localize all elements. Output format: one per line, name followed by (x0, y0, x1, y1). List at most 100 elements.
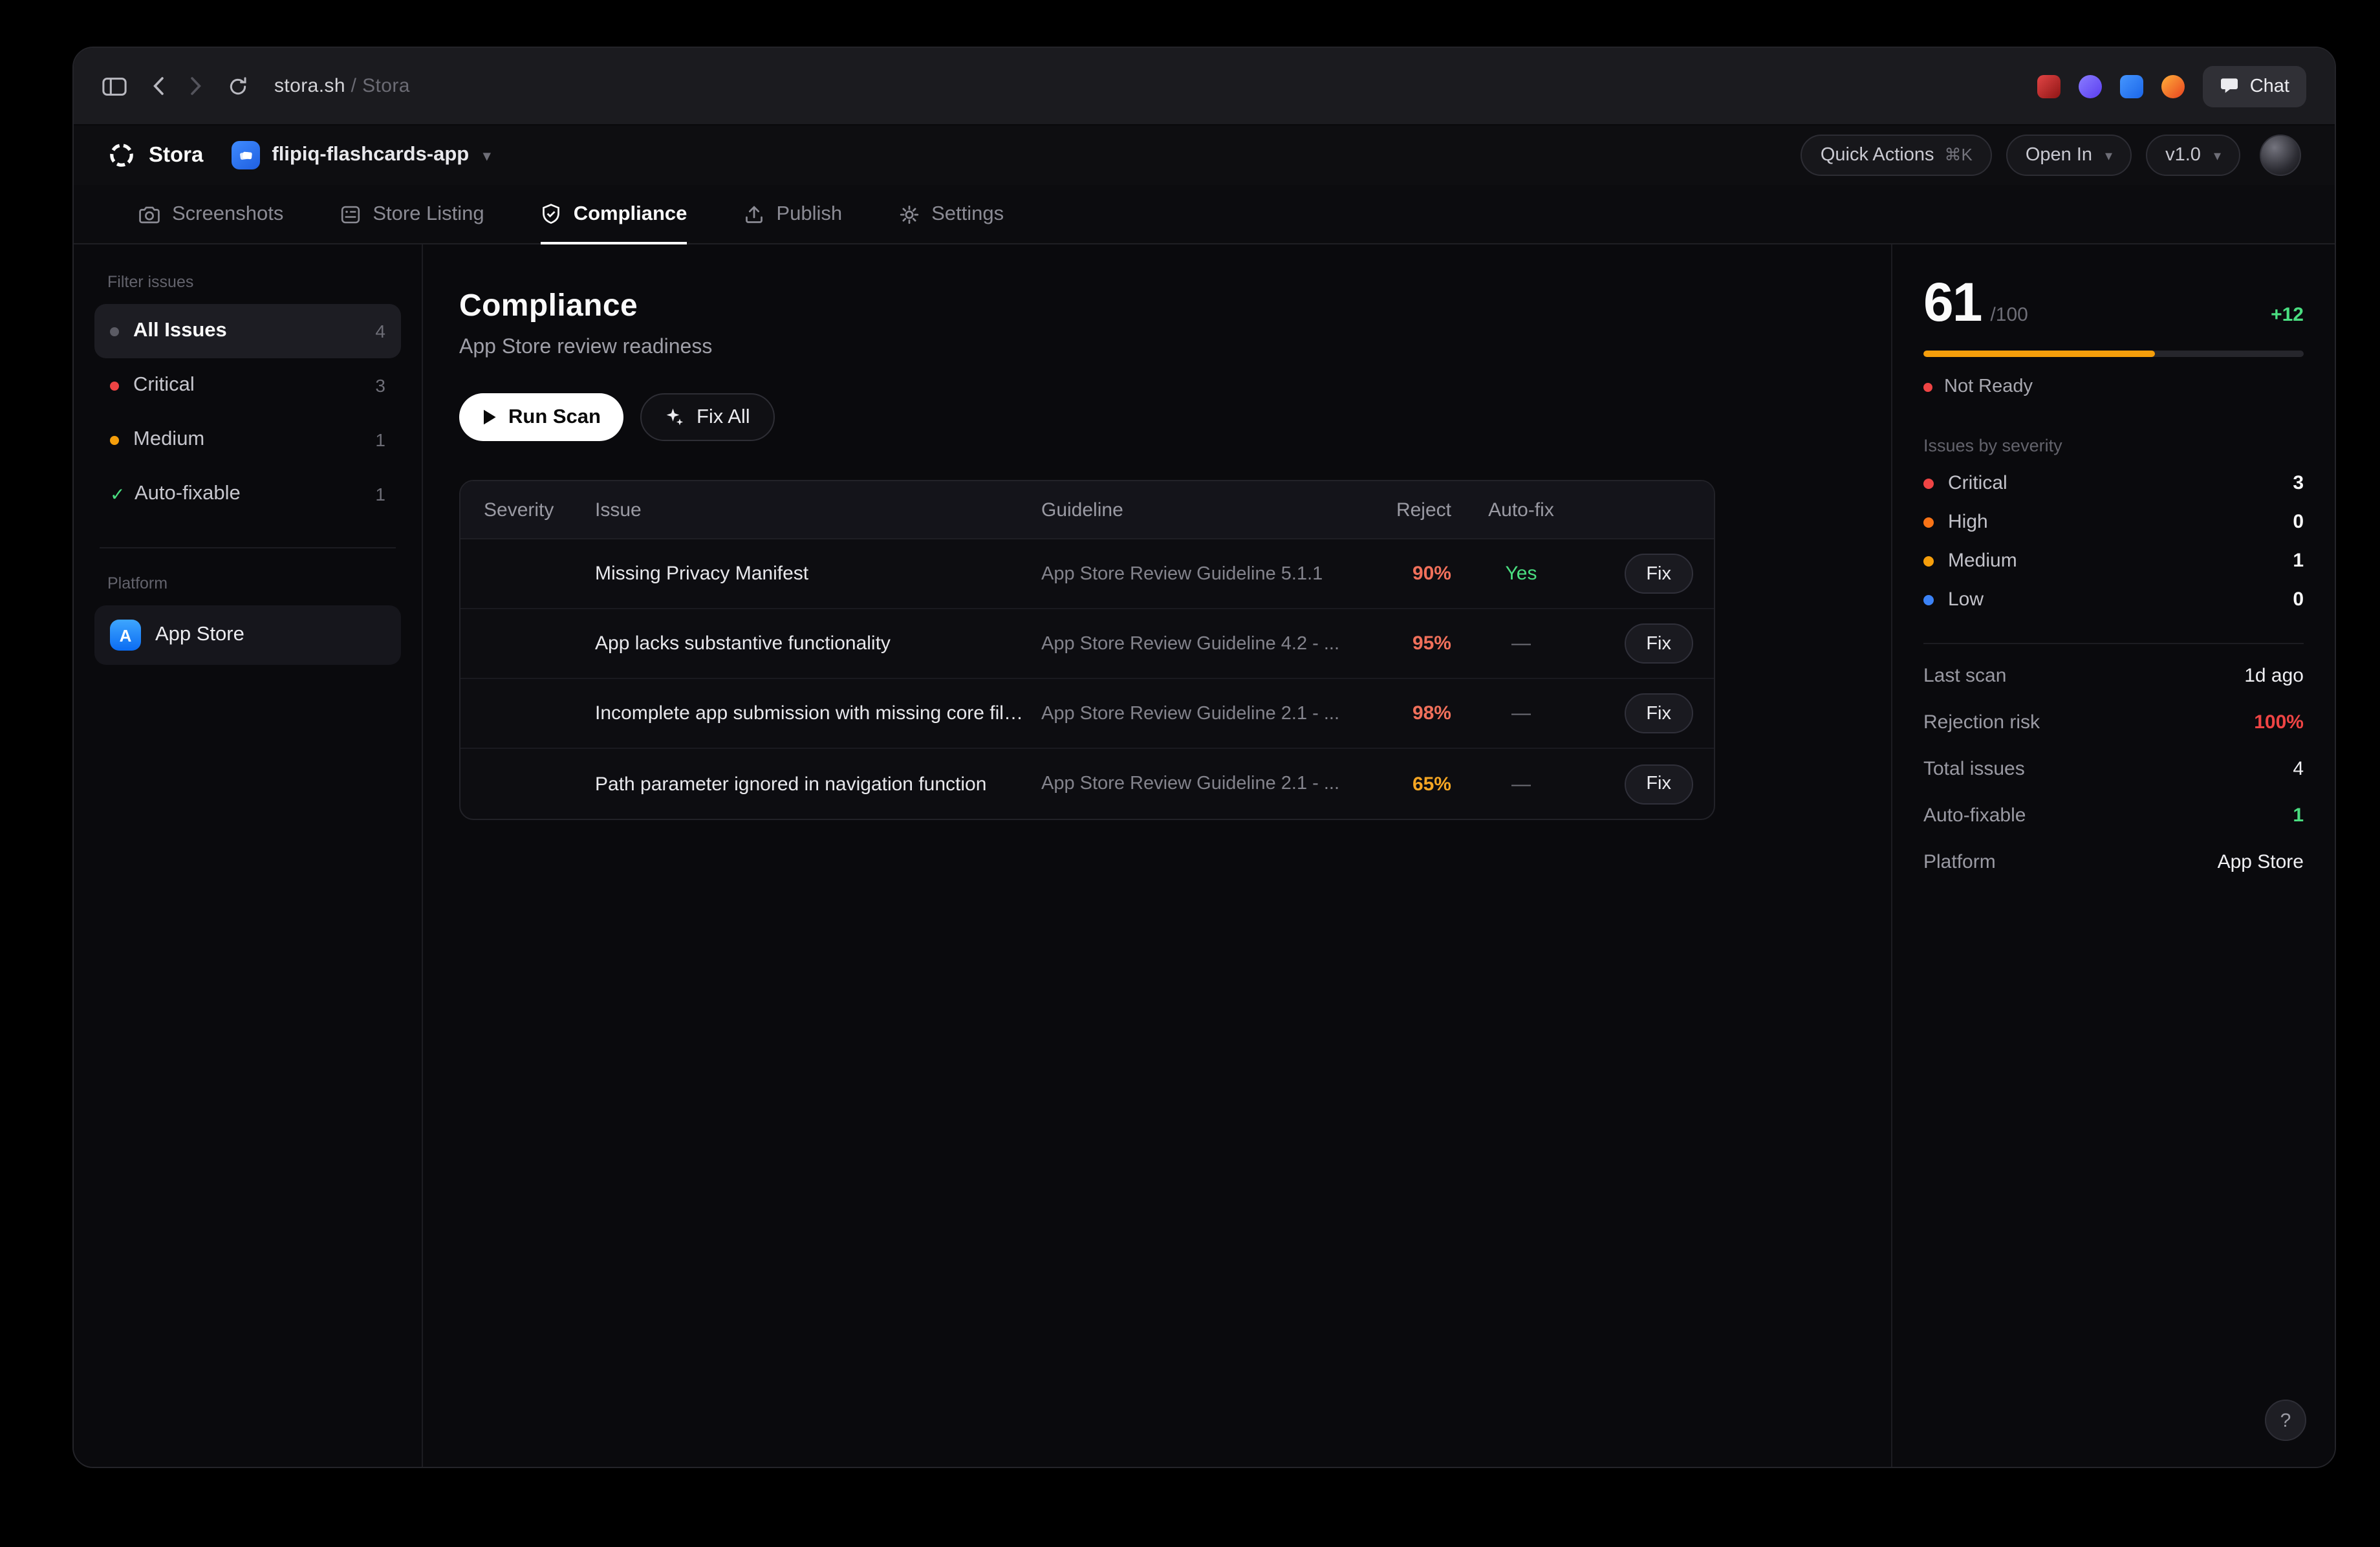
score-delta: +12 (2271, 304, 2304, 326)
table-row: Path parameter ignored in navigation fun… (460, 749, 1714, 819)
guideline-text: App Store Review Guideline 5.1.1 (1041, 563, 1348, 584)
quick-actions-button[interactable]: Quick Actions ⌘K (1801, 135, 1992, 176)
play-icon (482, 409, 497, 426)
stat-auto-fixable: Auto-fixable 1 (1923, 792, 2304, 838)
severity-count: 0 (2293, 589, 2304, 611)
sidebar-item-medium[interactable]: Medium 1 (94, 413, 401, 467)
camera-icon (138, 204, 160, 224)
screen: stora.sh / Stora Chat Stora (0, 0, 2380, 1547)
extension-icon-1[interactable] (2038, 74, 2061, 98)
severity-label: High (1948, 511, 1988, 533)
stat-last-scan: Last scan 1d ago (1923, 652, 2304, 698)
run-scan-button[interactable]: Run Scan (459, 393, 624, 441)
open-in-button[interactable]: Open In ▾ (2006, 135, 2132, 176)
col-autofix: Auto-fix (1488, 499, 1554, 521)
project-selector[interactable]: flipiq-flashcards-app ▾ (232, 141, 490, 169)
tab-settings[interactable]: Settings (899, 185, 1004, 243)
gear-icon (899, 204, 920, 224)
reject-percent: 90% (1412, 563, 1451, 585)
quick-actions-label: Quick Actions (1821, 145, 1934, 166)
severity-row-low: Low 0 (1923, 589, 2304, 611)
stat-label: Auto-fixable (1923, 804, 2026, 826)
severity-label: Medium (1948, 550, 2017, 572)
stat-value: App Store (2218, 850, 2304, 872)
chat-label: Chat (2250, 76, 2289, 96)
reject-percent: 98% (1412, 702, 1451, 724)
col-reject: Reject (1396, 499, 1451, 521)
tab-label: Compliance (574, 202, 687, 226)
stat-value: 1d ago (2244, 664, 2304, 686)
stora-logo-icon (107, 141, 136, 169)
severity-count: 3 (2293, 472, 2304, 494)
tab-bar: Screenshots Store Listing Compliance Pub… (74, 185, 2335, 244)
tab-screenshots[interactable]: Screenshots (138, 185, 283, 243)
panel-divider (1923, 643, 2304, 644)
issue-count: 1 (375, 429, 385, 450)
page-title: Compliance (459, 288, 1891, 325)
issue-title: App lacks substantive functionality (595, 633, 1041, 654)
chat-button[interactable]: Chat (2203, 65, 2306, 107)
listing-icon (340, 204, 361, 224)
readiness-score: 61 (1923, 276, 1981, 330)
severity-label: Critical (1948, 472, 2007, 494)
issue-title: Path parameter ignored in navigation fun… (595, 773, 1041, 795)
sidebar-item-app-store[interactable]: A App Store (94, 605, 401, 665)
stat-total-issues: Total issues 4 (1923, 745, 2304, 792)
platform-label: Platform (107, 574, 388, 592)
url-site: stora.sh (274, 75, 345, 97)
extension-icon-2[interactable] (2079, 74, 2103, 98)
tab-compliance[interactable]: Compliance (541, 185, 687, 243)
open-in-label: Open In (2026, 145, 2092, 166)
table-row: Missing Privacy Manifest App Store Revie… (460, 539, 1714, 609)
fix-button[interactable]: Fix (1624, 764, 1693, 804)
help-button[interactable]: ? (2265, 1400, 2306, 1441)
avatar[interactable] (2260, 135, 2301, 176)
address-url[interactable]: stora.sh / Stora (274, 75, 410, 97)
status-dot (1923, 382, 1932, 391)
issue-title: Missing Privacy Manifest (595, 563, 1041, 585)
col-severity: Severity (460, 499, 595, 521)
issue-title: Incomplete app submission with missing c… (595, 702, 1041, 724)
quick-actions-shortcut: ⌘K (1945, 145, 1973, 166)
sparkles-icon (665, 407, 685, 427)
chevron-down-icon: ▾ (2105, 147, 2112, 164)
browser-window: stora.sh / Stora Chat Stora (72, 47, 2336, 1468)
app-name: Stora (149, 143, 203, 168)
fix-all-button[interactable]: Fix All (641, 393, 775, 441)
tab-label: Publish (776, 202, 842, 226)
action-buttons: Run Scan Fix All (459, 393, 1891, 441)
reload-icon[interactable] (228, 76, 248, 96)
tab-publish[interactable]: Publish (744, 185, 842, 243)
run-scan-label: Run Scan (508, 406, 601, 429)
sidebar-item-critical[interactable]: Critical 3 (94, 358, 401, 413)
issue-count: 4 (375, 321, 385, 341)
score-progress-fill (1923, 351, 2156, 357)
severity-row-medium: Medium 1 (1923, 550, 2304, 572)
stat-value: 1 (2293, 804, 2304, 826)
fix-button[interactable]: Fix (1624, 623, 1693, 664)
extension-icon-3[interactable] (2121, 74, 2144, 98)
sidebar-item-auto-fixable[interactable]: ✓ Auto-fixable 1 (94, 467, 401, 521)
filter-sidebar: Filter issues All Issues 4 Critical 3 Me… (74, 244, 423, 1467)
version-label: v1.0 (2165, 145, 2201, 166)
sidebar-toggle-icon[interactable] (102, 76, 127, 96)
shield-check-icon (541, 203, 562, 225)
fix-all-label: Fix All (697, 406, 750, 429)
sidebar-item-all-issues[interactable]: All Issues 4 (94, 304, 401, 358)
critical-dot (1923, 478, 1934, 488)
forward-icon[interactable] (190, 76, 202, 96)
page-subtitle: App Store review readiness (459, 336, 1891, 360)
fix-button[interactable]: Fix (1624, 693, 1693, 733)
reject-percent: 65% (1412, 773, 1451, 795)
back-icon[interactable] (153, 76, 164, 96)
all-issues-dot (110, 327, 119, 336)
version-selector[interactable]: v1.0 ▾ (2146, 135, 2240, 176)
stat-label: Last scan (1923, 664, 2006, 686)
extension-icon-4[interactable] (2162, 74, 2185, 98)
guideline-text: App Store Review Guideline 2.1 - ... (1041, 774, 1348, 794)
table-row: App lacks substantive functionality App … (460, 609, 1714, 679)
autofix-value: Yes (1506, 563, 1537, 585)
tab-store-listing[interactable]: Store Listing (340, 185, 484, 243)
fix-button[interactable]: Fix (1624, 554, 1693, 594)
chat-bubble-icon (2220, 76, 2240, 96)
